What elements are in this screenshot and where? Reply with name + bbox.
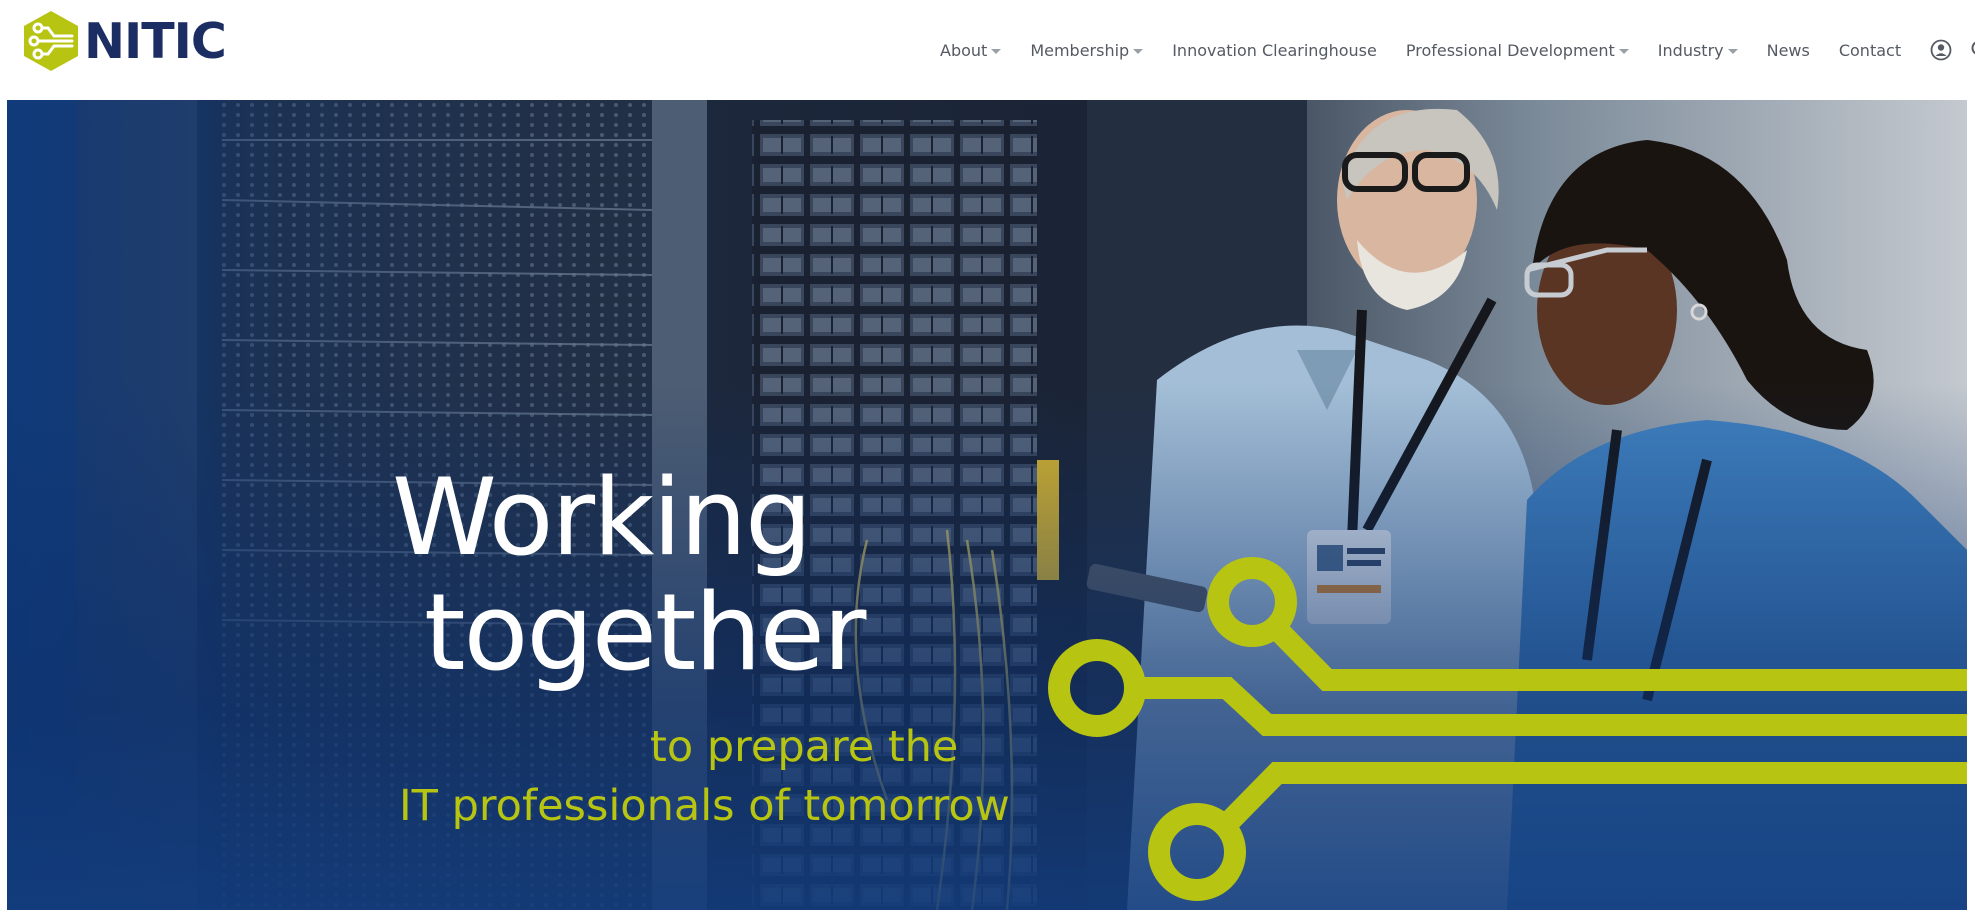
nav-item-label: Innovation Clearinghouse: [1172, 40, 1377, 60]
nav-item-industry[interactable]: Industry: [1658, 41, 1738, 60]
search-icon[interactable]: [1970, 38, 1975, 62]
caret-down-icon: [1133, 48, 1144, 54]
hero-headline-line1: Working: [392, 456, 812, 579]
nav-item-label: About: [940, 40, 988, 60]
circuit-hexagon-logo-icon: [24, 11, 78, 71]
logo-wordmark: NITIC: [84, 12, 227, 70]
nav-item-about[interactable]: About: [940, 40, 1002, 60]
caret-down-icon: [1618, 48, 1629, 54]
nav-item-news[interactable]: News: [1767, 41, 1810, 60]
nav-item-membership[interactable]: Membership: [1030, 40, 1144, 60]
hero-subline-line1: to prepare the: [650, 722, 959, 772]
nav-item-label: Professional Development: [1405, 40, 1615, 60]
hero-headline: Working together: [392, 456, 866, 694]
nav-item-label: News: [1766, 40, 1810, 60]
hero-banner: Working together to prepare the IT profe…: [7, 100, 1967, 910]
site-header: NITIC About Membership Innovation Cleari…: [0, 0, 1975, 100]
nav-item-label: Membership: [1030, 40, 1130, 60]
caret-down-icon: [991, 48, 1002, 54]
nav-item-innovation-clearinghouse[interactable]: Innovation Clearinghouse: [1172, 41, 1377, 60]
nav-item-professional-development[interactable]: Professional Development: [1406, 41, 1629, 60]
hero-headline-line2: together: [424, 571, 866, 694]
account-icon[interactable]: [1930, 38, 1952, 62]
nav-item-label: Contact: [1838, 40, 1902, 60]
caret-down-icon: [1727, 48, 1738, 54]
nav-item-contact[interactable]: Contact: [1839, 41, 1901, 60]
site-logo[interactable]: NITIC: [22, 10, 227, 72]
nav-item-label: Industry: [1657, 40, 1724, 60]
page: NITIC About Membership Innovation Cleari…: [0, 0, 1975, 910]
hero-subline-line2: IT professionals of tomorrow: [399, 781, 1010, 831]
main-navigation: About Membership Innovation Clearinghous…: [940, 37, 1975, 63]
